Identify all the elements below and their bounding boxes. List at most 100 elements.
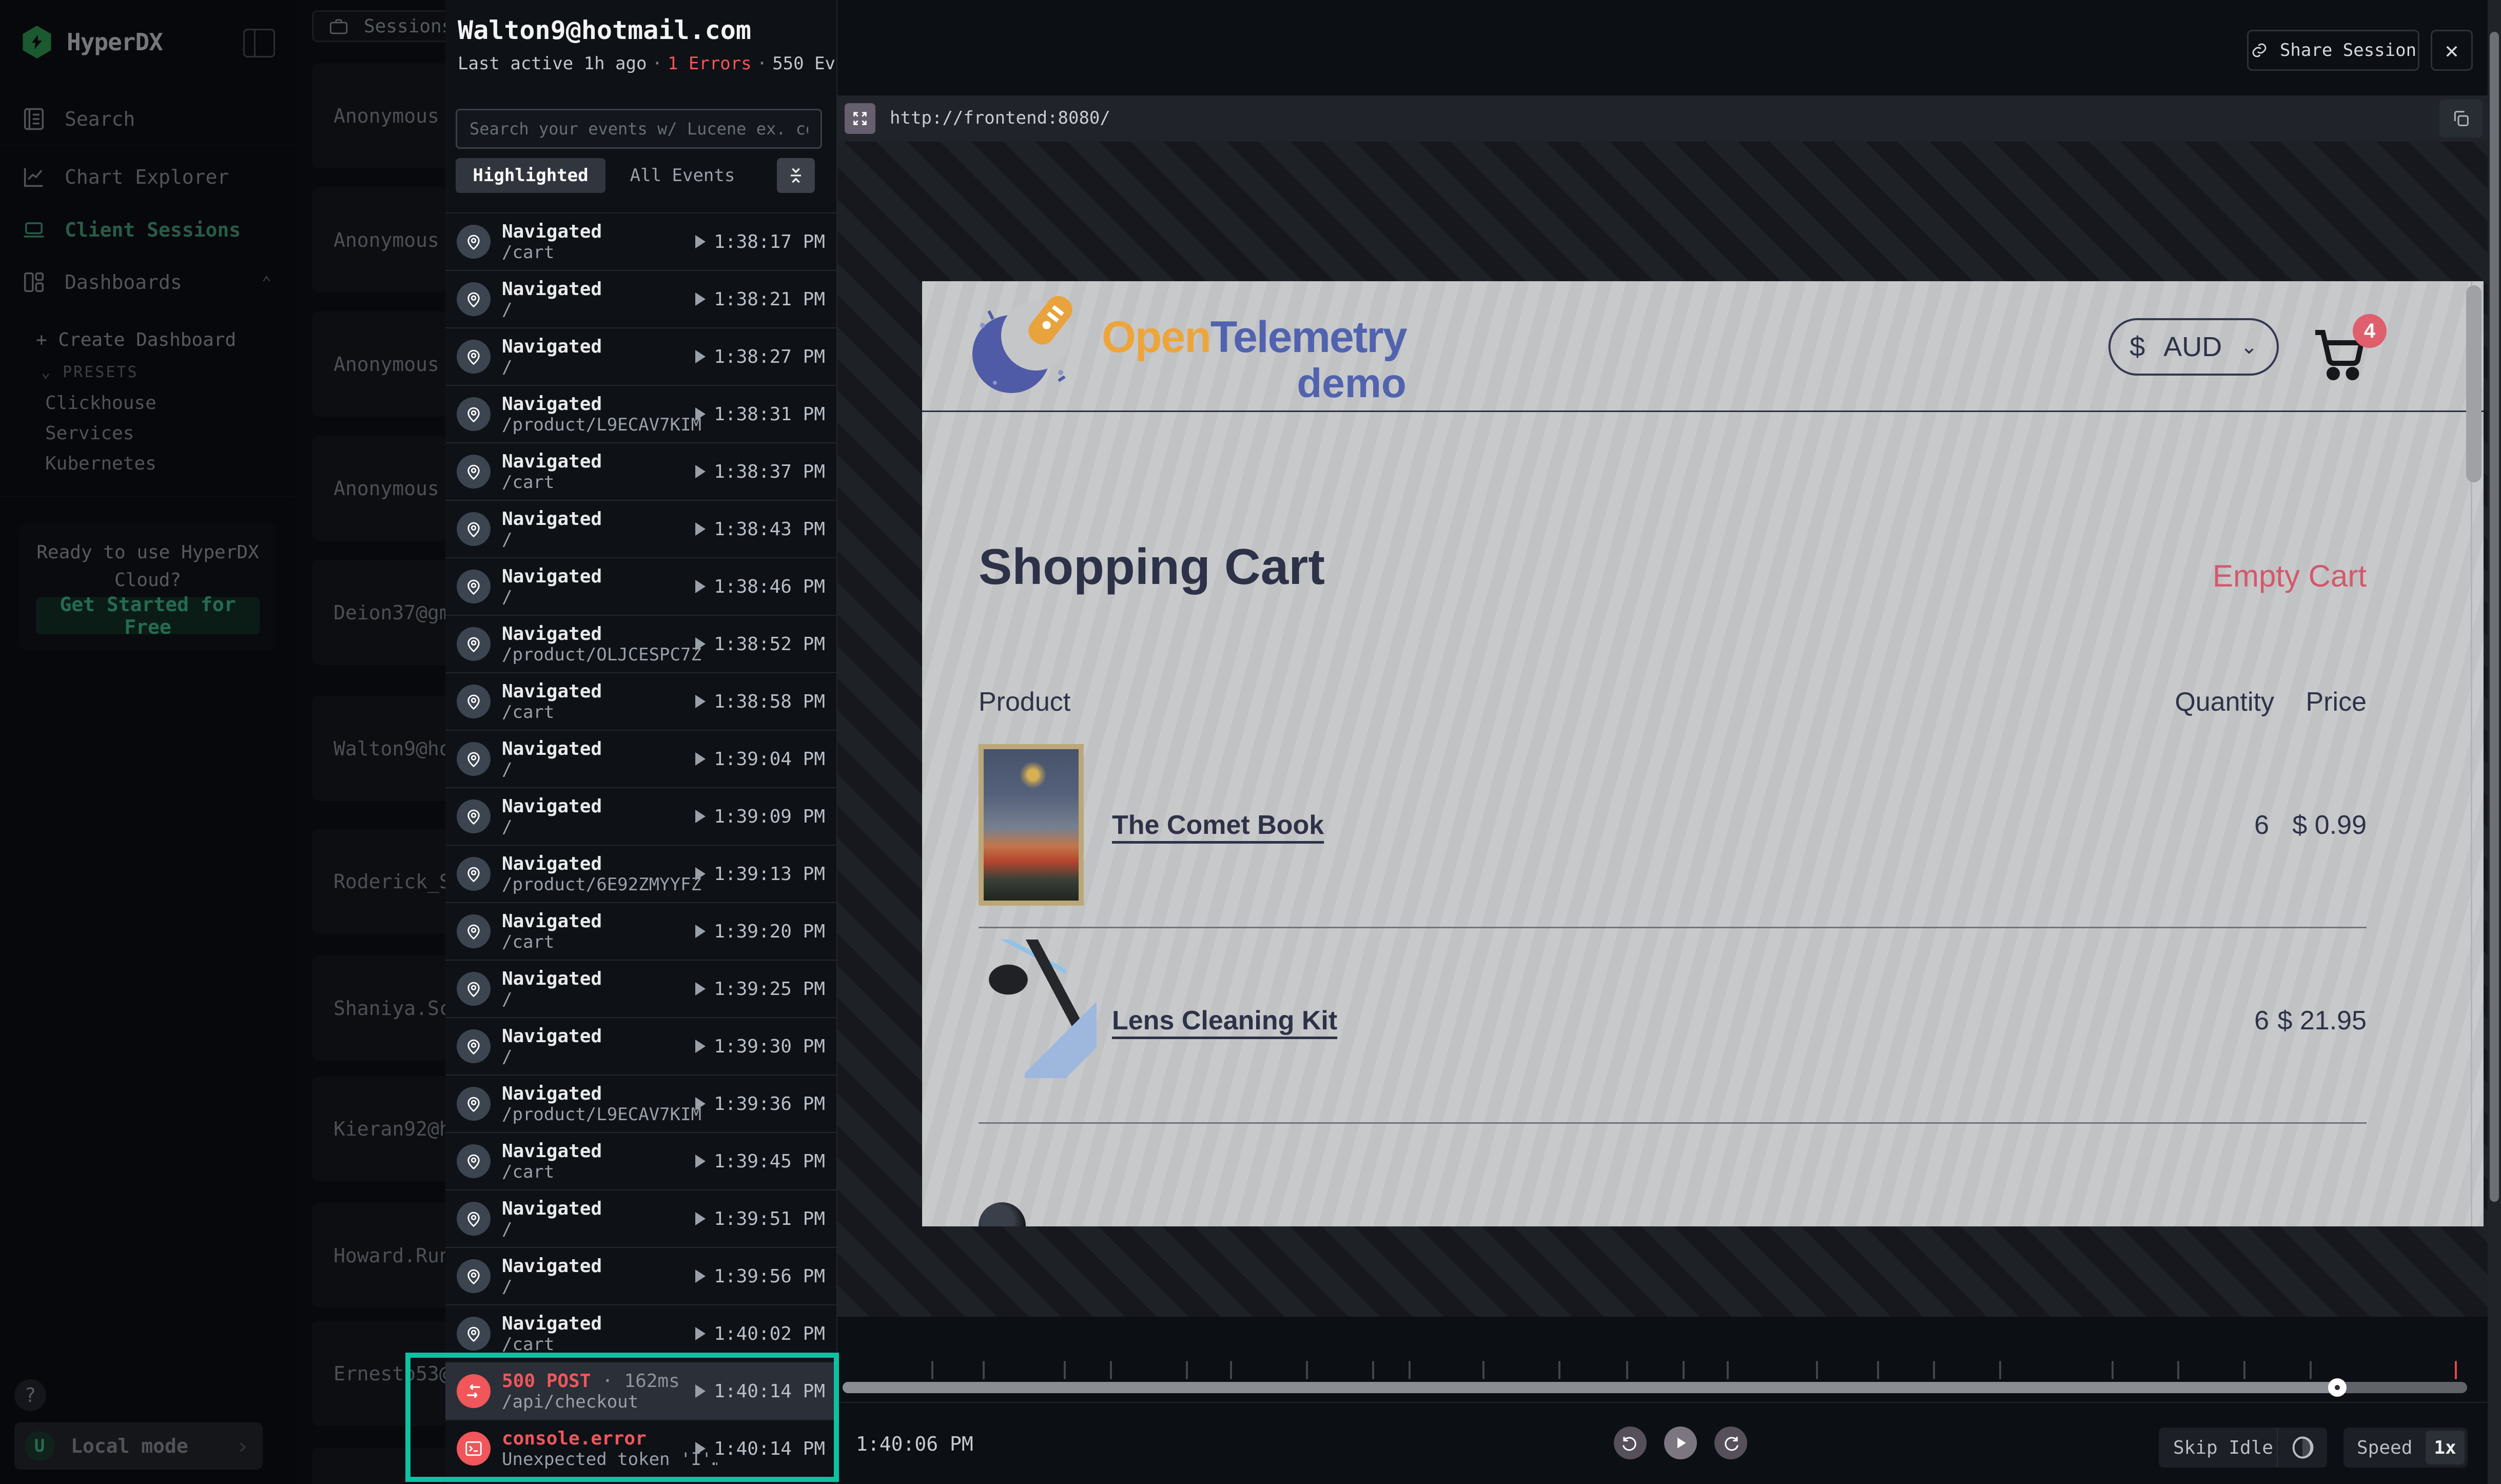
timeline-scrubber-handle[interactable] (2328, 1378, 2347, 1397)
event-title: Navigated (502, 1198, 602, 1219)
empty-cart-link[interactable]: Empty Cart (2213, 558, 2367, 594)
location-pin-icon (464, 807, 483, 826)
event-row[interactable]: Navigated /cart 1:40:02 PM (445, 1304, 836, 1362)
event-row[interactable]: Navigated / 1:38:43 PM (445, 500, 836, 557)
event-detail: / (502, 357, 602, 378)
event-row[interactable]: Navigated /product/6E92ZMYYFZ 1:39:13 PM (445, 845, 836, 902)
timeline-tick (1186, 1361, 1188, 1379)
event-type-icon (457, 1029, 491, 1063)
event-time-group: 1:39:51 PM (695, 1208, 825, 1229)
event-row[interactable]: Navigated / 1:38:27 PM (445, 327, 836, 385)
modal-backdrop[interactable] (0, 0, 445, 1484)
location-pin-icon (464, 864, 483, 884)
play-from-here-icon[interactable] (695, 637, 706, 651)
event-title: Navigated (502, 1313, 602, 1334)
product-link[interactable]: The Comet Book (1112, 810, 1324, 841)
copy-url-button[interactable] (2439, 100, 2483, 138)
cart-button[interactable]: 4 (2308, 322, 2390, 394)
play-from-here-icon[interactable] (695, 1155, 706, 1168)
play-from-here-icon[interactable] (695, 1212, 706, 1225)
error-count: 1 Errors (668, 53, 752, 74)
event-row[interactable]: Navigated /product/L9ECAV7KIM 1:39:36 PM (445, 1075, 836, 1132)
replay-timeline[interactable] (837, 1317, 2488, 1402)
play-from-here-icon[interactable] (695, 235, 706, 248)
rewind-button[interactable] (1614, 1427, 1647, 1459)
events-search-input[interactable] (456, 109, 822, 149)
event-row[interactable]: Navigated / 1:39:04 PM (445, 730, 836, 787)
event-row[interactable]: Navigated / 1:38:46 PM (445, 557, 836, 615)
event-time-group: 1:40:14 PM (695, 1381, 825, 1402)
location-pin-icon (464, 1209, 483, 1228)
play-from-here-icon[interactable] (695, 925, 706, 938)
modal-scrollbar-thumb[interactable] (2490, 32, 2499, 1202)
speed-value-button[interactable]: 1x (2426, 1431, 2465, 1465)
cart-item-row: Lens Cleaning Kit 6 $ 21.95 (979, 928, 2367, 1124)
event-time: 1:40:14 PM (714, 1381, 825, 1402)
event-row[interactable]: Navigated / 1:39:25 PM (445, 960, 836, 1017)
event-row[interactable]: Navigated / 1:39:56 PM (445, 1247, 836, 1304)
event-time: 1:38:21 PM (714, 289, 825, 310)
event-time: 1:39:45 PM (714, 1151, 825, 1172)
tab-highlighted[interactable]: Highlighted (456, 158, 605, 193)
play-from-here-icon[interactable] (695, 1327, 706, 1340)
event-row[interactable]: Navigated /cart 1:38:17 PM (445, 212, 836, 270)
play-from-here-icon[interactable] (695, 580, 706, 593)
share-session-button[interactable]: Share Session (2247, 30, 2419, 71)
play-from-here-icon[interactable] (695, 1270, 706, 1283)
otel-logo-icon (958, 290, 1091, 398)
event-row[interactable]: 500 POST · 162ms /api/checkout 1:40:14 P… (445, 1362, 836, 1419)
event-time: 1:38:17 PM (714, 231, 825, 252)
skip-idle-control[interactable]: Skip Idle (2159, 1428, 2327, 1468)
event-row[interactable]: Navigated /cart 1:38:37 PM (445, 442, 836, 500)
event-row[interactable]: Navigated / 1:39:09 PM (445, 787, 836, 845)
event-main: Navigated /cart (502, 451, 602, 493)
forward-button[interactable] (1714, 1427, 1747, 1459)
play-from-here-icon[interactable] (695, 1442, 706, 1455)
event-row[interactable]: Navigated /product/OLJCESPC7Z 1:38:52 PM (445, 615, 836, 672)
event-type-icon (457, 972, 491, 1006)
event-row[interactable]: console.error Unexpected token 'I'… 1:40… (445, 1419, 836, 1477)
currency-select[interactable]: $ AUD ⌄ (2108, 318, 2279, 376)
partial-product-image (979, 1202, 1026, 1226)
play-button[interactable] (1664, 1427, 1697, 1459)
play-from-here-icon[interactable] (695, 522, 706, 536)
play-from-here-icon[interactable] (695, 292, 706, 306)
collapse-events-button[interactable] (777, 158, 815, 193)
event-row[interactable]: Navigated /product/L9ECAV7KIM 1:38:31 PM (445, 385, 836, 442)
play-from-here-icon[interactable] (695, 752, 706, 766)
play-from-here-icon[interactable] (695, 407, 706, 421)
event-row[interactable]: Navigated / 1:38:21 PM (445, 270, 836, 327)
close-modal-button[interactable]: ✕ (2431, 30, 2473, 71)
replay-stage: OpenTelemetry demo $ AUD ⌄ 4 Shopping Ca… (837, 142, 2488, 1317)
event-type-icon (457, 685, 491, 718)
event-row[interactable]: Navigated / 1:39:51 PM (445, 1189, 836, 1247)
site-scrollbar-thumb[interactable] (2466, 285, 2482, 482)
event-title: Navigated (502, 1141, 602, 1162)
play-from-here-icon[interactable] (695, 982, 706, 995)
speed-control[interactable]: Speed 1x (2343, 1428, 2468, 1468)
tab-all-events[interactable]: All Events (605, 158, 759, 193)
product-link[interactable]: Lens Cleaning Kit (1112, 1005, 1337, 1036)
event-time: 1:40:02 PM (714, 1323, 825, 1344)
event-row[interactable]: Navigated /cart 1:38:58 PM (445, 672, 836, 730)
event-main: Navigated /cart (502, 1141, 602, 1182)
play-from-here-icon[interactable] (695, 350, 706, 363)
play-from-here-icon[interactable] (695, 695, 706, 708)
event-row[interactable]: Navigated / 1:39:30 PM (445, 1017, 836, 1075)
fullscreen-button[interactable] (845, 103, 875, 134)
event-row[interactable]: Navigated /cart 1:39:20 PM (445, 902, 836, 960)
play-from-here-icon[interactable] (695, 1040, 706, 1053)
play-from-here-icon[interactable] (695, 867, 706, 881)
play-from-here-icon[interactable] (695, 1384, 706, 1398)
play-from-here-icon[interactable] (695, 1097, 706, 1110)
modal-scrollbar[interactable] (2488, 0, 2501, 1484)
event-time: 1:38:37 PM (714, 461, 825, 482)
event-row[interactable]: Navigated /cart 1:39:45 PM (445, 1132, 836, 1189)
play-from-here-icon[interactable] (695, 810, 706, 823)
timeline-track[interactable] (843, 1382, 2467, 1393)
event-detail: /product/6E92ZMYYFZ (502, 874, 701, 895)
play-from-here-icon[interactable] (695, 465, 706, 478)
timeline-tick (1727, 1361, 1729, 1379)
brand-telemetry: Telemetry (1210, 313, 1406, 362)
event-title: Navigated (502, 796, 602, 817)
